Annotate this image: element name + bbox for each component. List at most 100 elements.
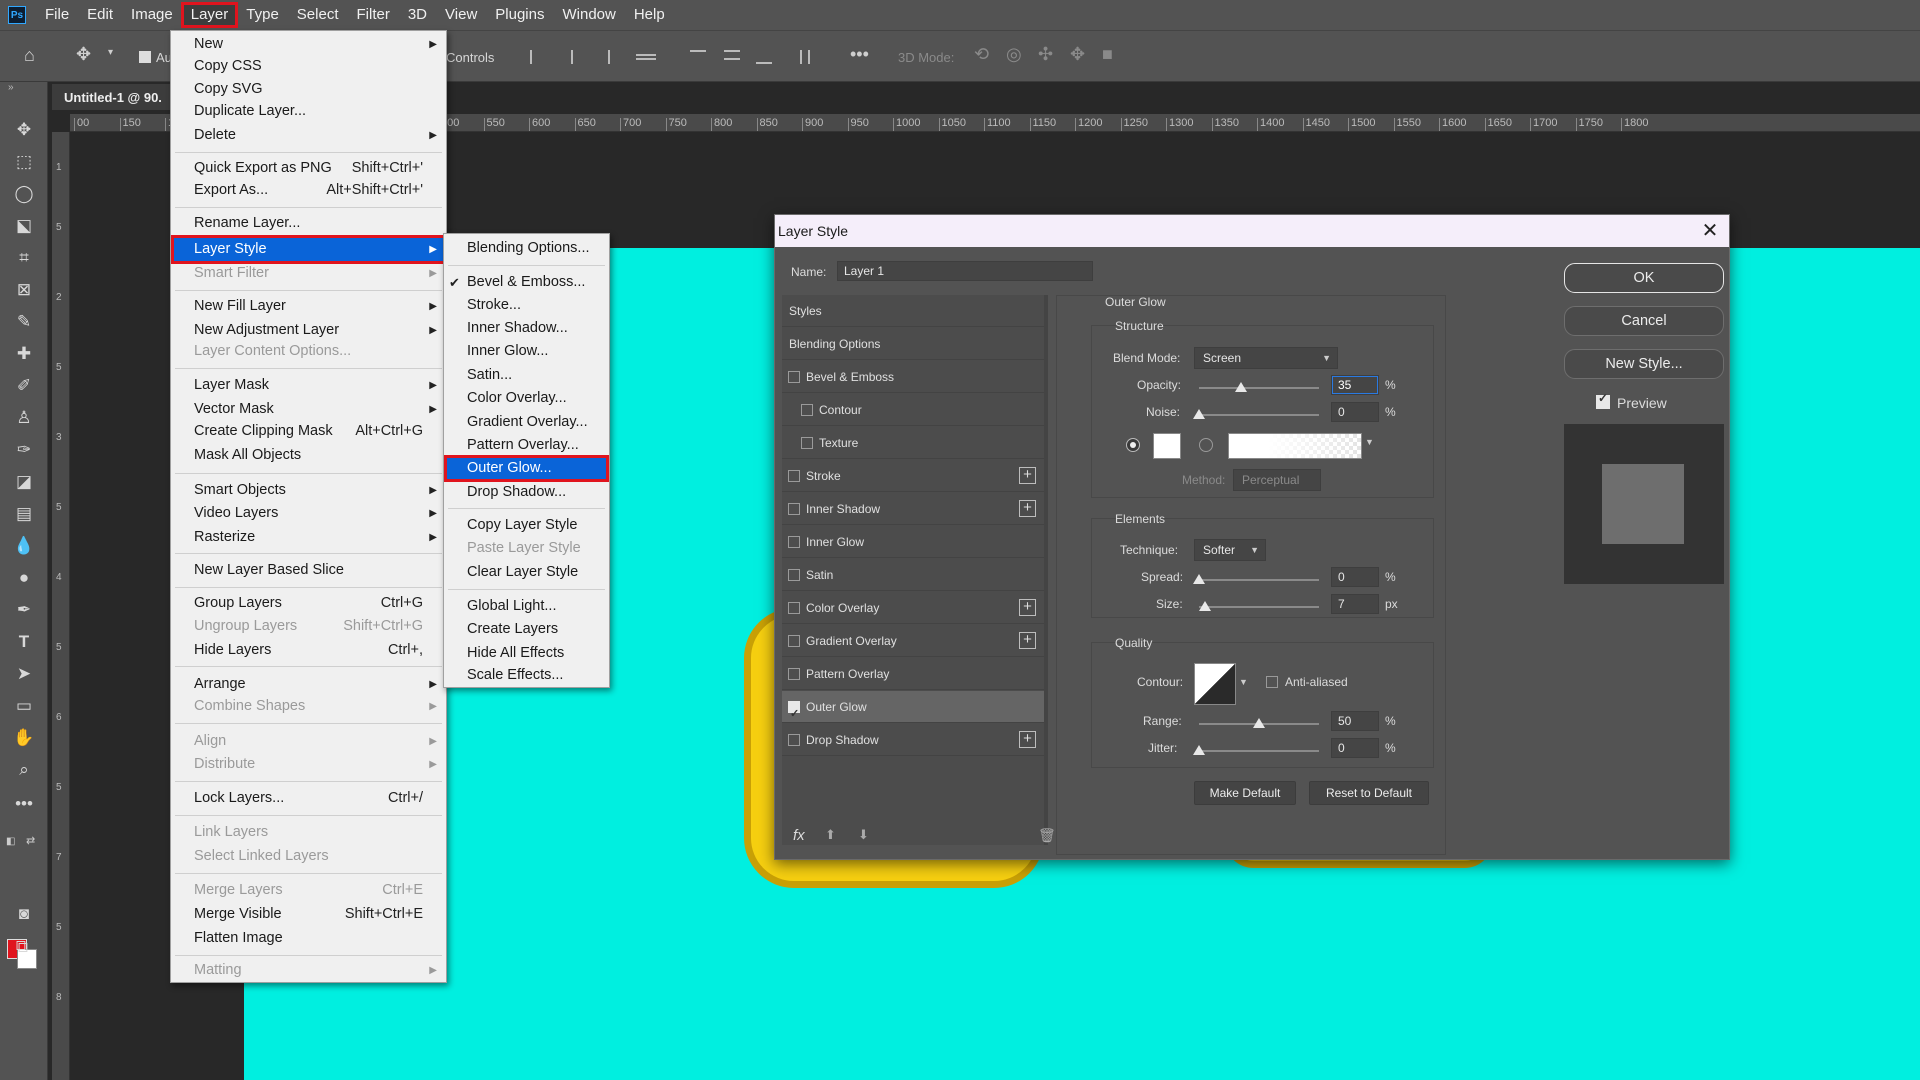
submenu-item-clear-layer-style[interactable]: Clear Layer Style <box>445 561 608 584</box>
align-center-icon[interactable] <box>563 50 573 64</box>
healing-brush-tool-icon[interactable]: ✚ <box>12 342 36 366</box>
stamp-tool-icon[interactable]: ♙ <box>12 406 36 430</box>
expand-panel-icon[interactable]: » <box>8 82 14 93</box>
style-row-blending-options[interactable]: Blending Options <box>782 328 1044 360</box>
menu-item-smart-filter[interactable]: Smart Filter ▶ <box>172 262 445 285</box>
add-effect-icon[interactable]: + <box>1019 599 1036 616</box>
eyedropper-tool-icon[interactable]: ✎ <box>12 310 36 334</box>
quick-mask-icon[interactable]: ◙ <box>12 902 36 926</box>
align-middle-icon[interactable] <box>724 50 740 60</box>
gradient-radio[interactable] <box>1199 438 1213 452</box>
color-radio[interactable] <box>1126 438 1140 452</box>
submenu-item-color-overlay[interactable]: Color Overlay... <box>445 387 608 410</box>
anti-aliased-checkbox[interactable] <box>1266 676 1278 688</box>
more-tools-icon[interactable]: ••• <box>12 792 36 816</box>
submenu-item-copy-layer-style[interactable]: Copy Layer Style <box>445 514 608 537</box>
style-row-texture[interactable]: Texture <box>782 427 1044 459</box>
preview-checkbox[interactable]: ✓ <box>1596 391 1610 409</box>
menu-item-matting[interactable]: Matting ▶ <box>172 959 445 982</box>
style-checkbox[interactable] <box>801 404 813 416</box>
menu-item-hide-layers[interactable]: Hide Layers Ctrl+, <box>172 639 445 662</box>
spread-slider[interactable] <box>1199 579 1319 581</box>
menu-file[interactable]: File <box>36 3 78 27</box>
move-down-icon[interactable]: ⬇ <box>858 827 869 843</box>
submenu-item-satin[interactable]: Satin... <box>445 364 608 387</box>
rectangle-tool-icon[interactable]: ▭ <box>12 694 36 718</box>
style-row-color-overlay[interactable]: Color Overlay + <box>782 592 1044 624</box>
menu-item-group-layers[interactable]: Group Layers Ctrl+G <box>172 592 445 615</box>
layer-name-input[interactable] <box>837 261 1093 281</box>
menu-filter[interactable]: Filter <box>348 3 399 27</box>
ok-button[interactable]: OK <box>1564 263 1724 293</box>
menu-item-copy-css[interactable]: Copy CSS <box>172 55 445 78</box>
add-effect-icon[interactable]: + <box>1019 632 1036 649</box>
size-slider-thumb[interactable] <box>1199 601 1211 611</box>
move-tool-icon[interactable]: ✥ <box>12 118 36 142</box>
style-row-satin[interactable]: Satin <box>782 559 1044 591</box>
distribute-vertical-icon[interactable] <box>800 50 810 64</box>
menu-item-align[interactable]: Align ▶ <box>172 730 445 753</box>
menu-view[interactable]: View <box>436 3 486 27</box>
crop-tool-icon[interactable]: ⌗ <box>12 246 36 270</box>
menu-item-rename-layer[interactable]: Rename Layer... <box>172 212 445 235</box>
menu-item-arrange[interactable]: Arrange ▶ <box>172 673 445 696</box>
move-tool-icon[interactable]: ✥ <box>76 44 91 65</box>
distribute-icon[interactable] <box>636 54 656 60</box>
submenu-item-drop-shadow[interactable]: Drop Shadow... <box>445 481 608 504</box>
document-tab[interactable]: Untitled-1 @ 90. <box>52 84 178 110</box>
submenu-item-stroke[interactable]: Stroke... <box>445 294 608 317</box>
style-checkbox[interactable] <box>788 602 800 614</box>
submenu-item-blending-options[interactable]: Blending Options... <box>445 237 608 260</box>
hand-tool-icon[interactable]: ✋ <box>12 726 36 750</box>
swap-colors-icon[interactable]: ⇄ <box>26 834 35 847</box>
submenu-item-pattern-overlay[interactable]: Pattern Overlay... <box>445 434 608 457</box>
menu-item-distribute[interactable]: Distribute ▶ <box>172 753 445 776</box>
menu-item-layer-mask[interactable]: Layer Mask ▶ <box>172 374 445 397</box>
spread-input[interactable] <box>1331 567 1379 587</box>
menu-item-mask-all-objects[interactable]: Mask All Objects <box>172 444 445 467</box>
range-slider-thumb[interactable] <box>1253 718 1265 728</box>
opacity-input[interactable] <box>1331 375 1379 395</box>
style-checkbox[interactable] <box>788 635 800 647</box>
size-input[interactable] <box>1331 594 1379 614</box>
style-row-pattern-overlay[interactable]: Pattern Overlay <box>782 658 1044 690</box>
align-top-icon[interactable] <box>690 50 706 64</box>
opacity-slider[interactable] <box>1199 387 1319 389</box>
auto-select-checkbox[interactable] <box>139 51 151 63</box>
cancel-button[interactable]: Cancel <box>1564 306 1724 336</box>
menu-item-export-as[interactable]: Export As... Alt+Shift+Ctrl+' <box>172 179 445 202</box>
styles-scrollbar[interactable] <box>1044 295 1048 845</box>
menu-item-combine-shapes[interactable]: Combine Shapes ▶ <box>172 695 445 718</box>
align-left-icon[interactable] <box>530 50 546 64</box>
submenu-item-global-light[interactable]: Global Light... <box>445 595 608 618</box>
submenu-item-paste-layer-style[interactable]: Paste Layer Style <box>445 537 608 560</box>
jitter-slider-thumb[interactable] <box>1193 745 1205 755</box>
style-row-gradient-overlay[interactable]: Gradient Overlay + <box>782 625 1044 657</box>
range-input[interactable] <box>1331 711 1379 731</box>
style-row-outer-glow[interactable]: Outer Glow <box>782 691 1044 730</box>
style-row-bevel-emboss[interactable]: Bevel & Emboss <box>782 361 1044 393</box>
submenu-item-create-layers[interactable]: Create Layers <box>445 618 608 641</box>
add-effect-icon[interactable]: + <box>1019 500 1036 517</box>
style-checkbox[interactable] <box>788 698 800 730</box>
gradient-tool-icon[interactable]: ▤ <box>12 502 36 526</box>
trash-icon[interactable]: 🗑 <box>1038 827 1056 844</box>
method-select[interactable]: Perceptual <box>1233 469 1321 491</box>
move-up-icon[interactable]: ⬆ <box>825 827 836 843</box>
jitter-slider[interactable] <box>1199 750 1319 752</box>
default-colors-icon[interactable]: ◧ <box>6 836 15 847</box>
slide-3d-icon[interactable]: ✥ <box>1070 44 1085 65</box>
align-right-icon[interactable] <box>594 50 610 64</box>
style-checkbox[interactable] <box>788 536 800 548</box>
style-checkbox[interactable] <box>801 437 813 449</box>
menu-item-duplicate-layer[interactable]: Duplicate Layer... <box>172 100 445 123</box>
noise-input[interactable] <box>1331 402 1379 422</box>
submenu-item-bevel-emboss[interactable]: ✔ Bevel & Emboss... <box>445 271 608 294</box>
opacity-slider-thumb[interactable] <box>1235 382 1247 392</box>
style-checkbox[interactable] <box>788 371 800 383</box>
add-effect-icon[interactable]: + <box>1019 467 1036 484</box>
menu-window[interactable]: Window <box>553 3 624 27</box>
style-checkbox[interactable] <box>788 470 800 482</box>
contour-picker[interactable] <box>1194 663 1236 705</box>
menu-image[interactable]: Image <box>122 3 182 27</box>
